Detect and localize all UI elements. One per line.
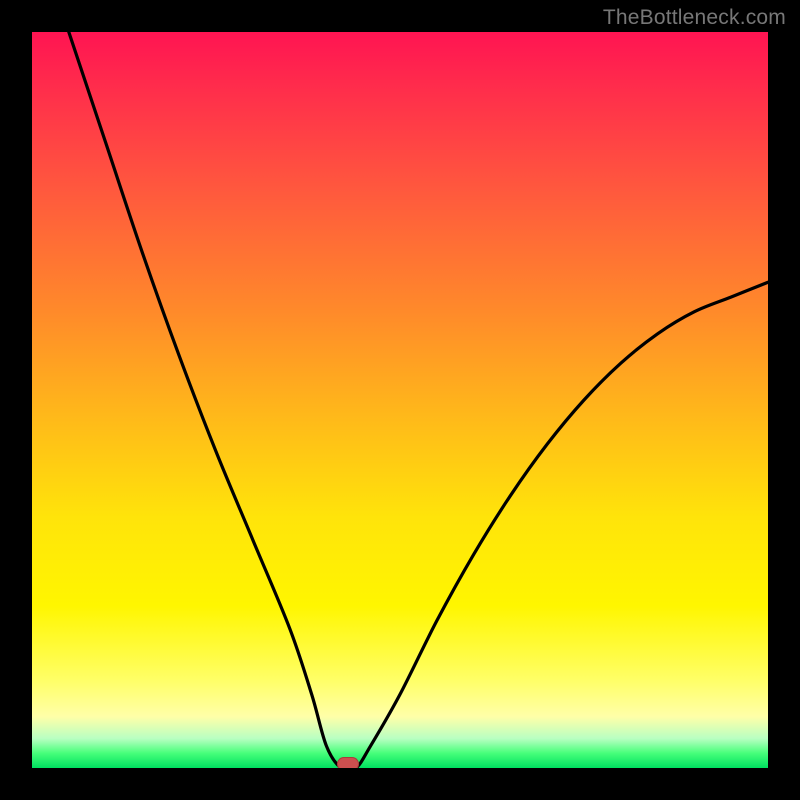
plot-area (32, 32, 768, 768)
chart-frame: TheBottleneck.com (0, 0, 800, 800)
optimal-marker (337, 757, 359, 768)
curve-svg (32, 32, 768, 768)
watermark-text: TheBottleneck.com (603, 6, 786, 30)
bottleneck-curve (69, 32, 768, 768)
